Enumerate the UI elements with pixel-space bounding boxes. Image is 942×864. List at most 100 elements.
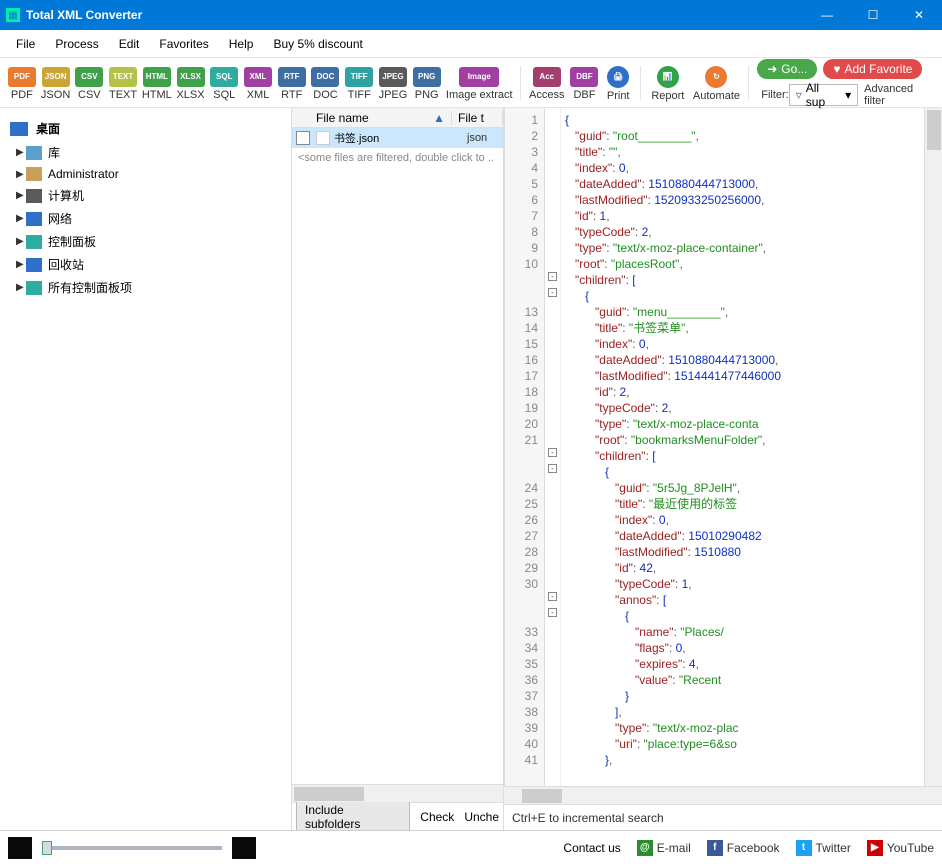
app-logo-icon: ▦ xyxy=(6,8,20,22)
tree-item-label: Administrator xyxy=(48,167,119,181)
tree-item-0[interactable]: ▶库 xyxy=(0,141,291,164)
json-icon: JSON xyxy=(42,67,70,87)
tb-xlsx[interactable]: XLSXXLSX xyxy=(175,65,207,101)
doc-icon: DOC xyxy=(311,67,339,87)
youtube-link[interactable]: ▶YouTube xyxy=(867,840,934,856)
email-icon: @ xyxy=(637,840,653,856)
tiff-icon: TIFF xyxy=(345,67,373,87)
rtf-icon: RTF xyxy=(278,67,306,87)
thumb-prev-button[interactable] xyxy=(8,837,32,859)
xlsx-icon: XLSX xyxy=(177,67,205,87)
tree-item-label: 网络 xyxy=(48,210,72,227)
menu-favorites[interactable]: Favorites xyxy=(149,34,218,54)
line-gutter: 1234567891013141516171819202124252627282… xyxy=(505,108,545,786)
toolbar-separator xyxy=(640,66,641,100)
code-vscrollbar[interactable] xyxy=(924,108,942,786)
thumb-slider[interactable] xyxy=(42,846,222,850)
tb-json[interactable]: JSONJSON xyxy=(40,65,72,101)
file-ext: json xyxy=(467,132,503,144)
checkbox[interactable] xyxy=(296,131,310,145)
menu-discount[interactable]: Buy 5% discount xyxy=(263,34,372,54)
xml-icon: XML xyxy=(244,67,272,87)
fold-toggle[interactable]: - xyxy=(548,272,557,281)
file-hscrollbar[interactable] xyxy=(292,784,503,802)
menu-edit[interactable]: Edit xyxy=(109,34,150,54)
tree-item-2[interactable]: ▶计算机 xyxy=(0,184,291,207)
tb-report[interactable]: 📊Report xyxy=(647,64,689,102)
desktop-icon xyxy=(10,122,28,136)
text-icon: TEXT xyxy=(109,67,137,87)
check-button[interactable]: Check xyxy=(420,810,454,824)
fold-toggle[interactable]: - xyxy=(548,448,557,457)
tb-sql[interactable]: SQLSQL xyxy=(208,65,240,101)
tb-rtf[interactable]: RTFRTF xyxy=(276,65,308,101)
minimize-button[interactable]: — xyxy=(804,0,850,30)
email-link[interactable]: @E-mail xyxy=(637,840,691,856)
png-icon: PNG xyxy=(413,67,441,87)
automate-icon: ↻ xyxy=(705,66,727,88)
tb-png[interactable]: PNGPNG xyxy=(411,65,443,101)
csv-icon: CSV xyxy=(75,67,103,87)
tb-xml[interactable]: XMLXML xyxy=(242,65,274,101)
file-header: File name ▲ File t xyxy=(292,108,503,128)
fold-toggle[interactable]: - xyxy=(548,464,557,473)
tb-access[interactable]: AccAccess xyxy=(527,65,567,101)
folder-tree: 桌面 ▶库▶Administrator▶计算机▶网络▶控制面板▶回收站▶所有控制… xyxy=(0,108,292,830)
filter-hint[interactable]: <some files are filtered, double click t… xyxy=(292,148,503,168)
tree-item-1[interactable]: ▶Administrator xyxy=(0,164,291,184)
menu-process[interactable]: Process xyxy=(45,34,108,54)
twitter-link[interactable]: tTwitter xyxy=(796,840,851,856)
tree-item-4[interactable]: ▶控制面板 xyxy=(0,230,291,253)
tree-item-3[interactable]: ▶网络 xyxy=(0,207,291,230)
search-hint: Ctrl+E to incremental search xyxy=(504,804,942,830)
maximize-button[interactable]: ☐ xyxy=(850,0,896,30)
tree-item-label: 所有控制面板项 xyxy=(48,279,132,296)
col-filetype[interactable]: File t xyxy=(452,111,503,125)
col-filename[interactable]: File name ▲ xyxy=(292,111,452,125)
report-icon: 📊 xyxy=(657,66,679,88)
add-favorite-button[interactable]: ♥Add Favorite xyxy=(823,59,922,79)
uncheck-button[interactable]: Unche xyxy=(464,810,499,824)
sort-up-icon: ▲ xyxy=(433,111,445,125)
tb-image-extract[interactable]: ImageImage extract xyxy=(445,65,514,101)
tree-item-6[interactable]: ▶所有控制面板项 xyxy=(0,276,291,299)
file-row[interactable]: 书签.json json xyxy=(292,128,503,148)
code-hscrollbar[interactable] xyxy=(504,786,942,804)
menu-help[interactable]: Help xyxy=(219,34,264,54)
fold-toggle[interactable]: - xyxy=(548,592,557,601)
tb-dbf[interactable]: DBFDBF xyxy=(569,65,601,101)
expand-arrow-icon: ▶ xyxy=(16,190,26,201)
filter-dropdown[interactable]: ▿ All sup ▾ xyxy=(789,84,858,106)
tb-csv[interactable]: CSVCSV xyxy=(73,65,105,101)
goto-icon: ➜ xyxy=(767,62,777,76)
advanced-filter-link[interactable]: Advanced filter xyxy=(864,83,936,107)
facebook-link[interactable]: fFacebook xyxy=(707,840,780,856)
tb-tiff[interactable]: TIFFTIFF xyxy=(343,65,375,101)
tb-html[interactable]: HTMLHTML xyxy=(141,65,173,101)
close-button[interactable]: ✕ xyxy=(896,0,942,30)
computer-icon xyxy=(26,189,42,203)
tb-pdf[interactable]: PDFPDF xyxy=(6,65,38,101)
thumb-next-button[interactable] xyxy=(232,837,256,859)
sql-icon: SQL xyxy=(210,67,238,87)
tb-jpeg[interactable]: JPEGJPEG xyxy=(377,65,409,101)
image-extract-icon: Image xyxy=(459,67,499,87)
user-icon xyxy=(26,167,42,181)
file-pane: File name ▲ File t 书签.json json <some fi… xyxy=(292,108,504,830)
print-icon: 🖨 xyxy=(607,66,629,88)
jpeg-icon: JPEG xyxy=(379,67,407,87)
tb-text[interactable]: TEXTTEXT xyxy=(107,65,139,101)
tb-print[interactable]: 🖨Print xyxy=(602,64,634,102)
fold-toggle[interactable]: - xyxy=(548,608,557,617)
menu-file[interactable]: File xyxy=(6,34,45,54)
include-subfolders-button[interactable]: Include subfolders xyxy=(296,799,410,831)
code-body[interactable]: { "guid": "root________", "title": "", "… xyxy=(561,108,924,786)
tb-automate[interactable]: ↻Automate xyxy=(691,64,743,102)
tb-doc[interactable]: DOCDOC xyxy=(310,65,342,101)
fold-toggle[interactable]: - xyxy=(548,288,557,297)
tree-item-5[interactable]: ▶回收站 xyxy=(0,253,291,276)
pdf-icon: PDF xyxy=(8,67,36,87)
filter-label: Filter: xyxy=(761,89,789,101)
tree-root-desktop[interactable]: 桌面 xyxy=(0,116,291,141)
goto-button[interactable]: ➜Go... xyxy=(757,59,817,79)
